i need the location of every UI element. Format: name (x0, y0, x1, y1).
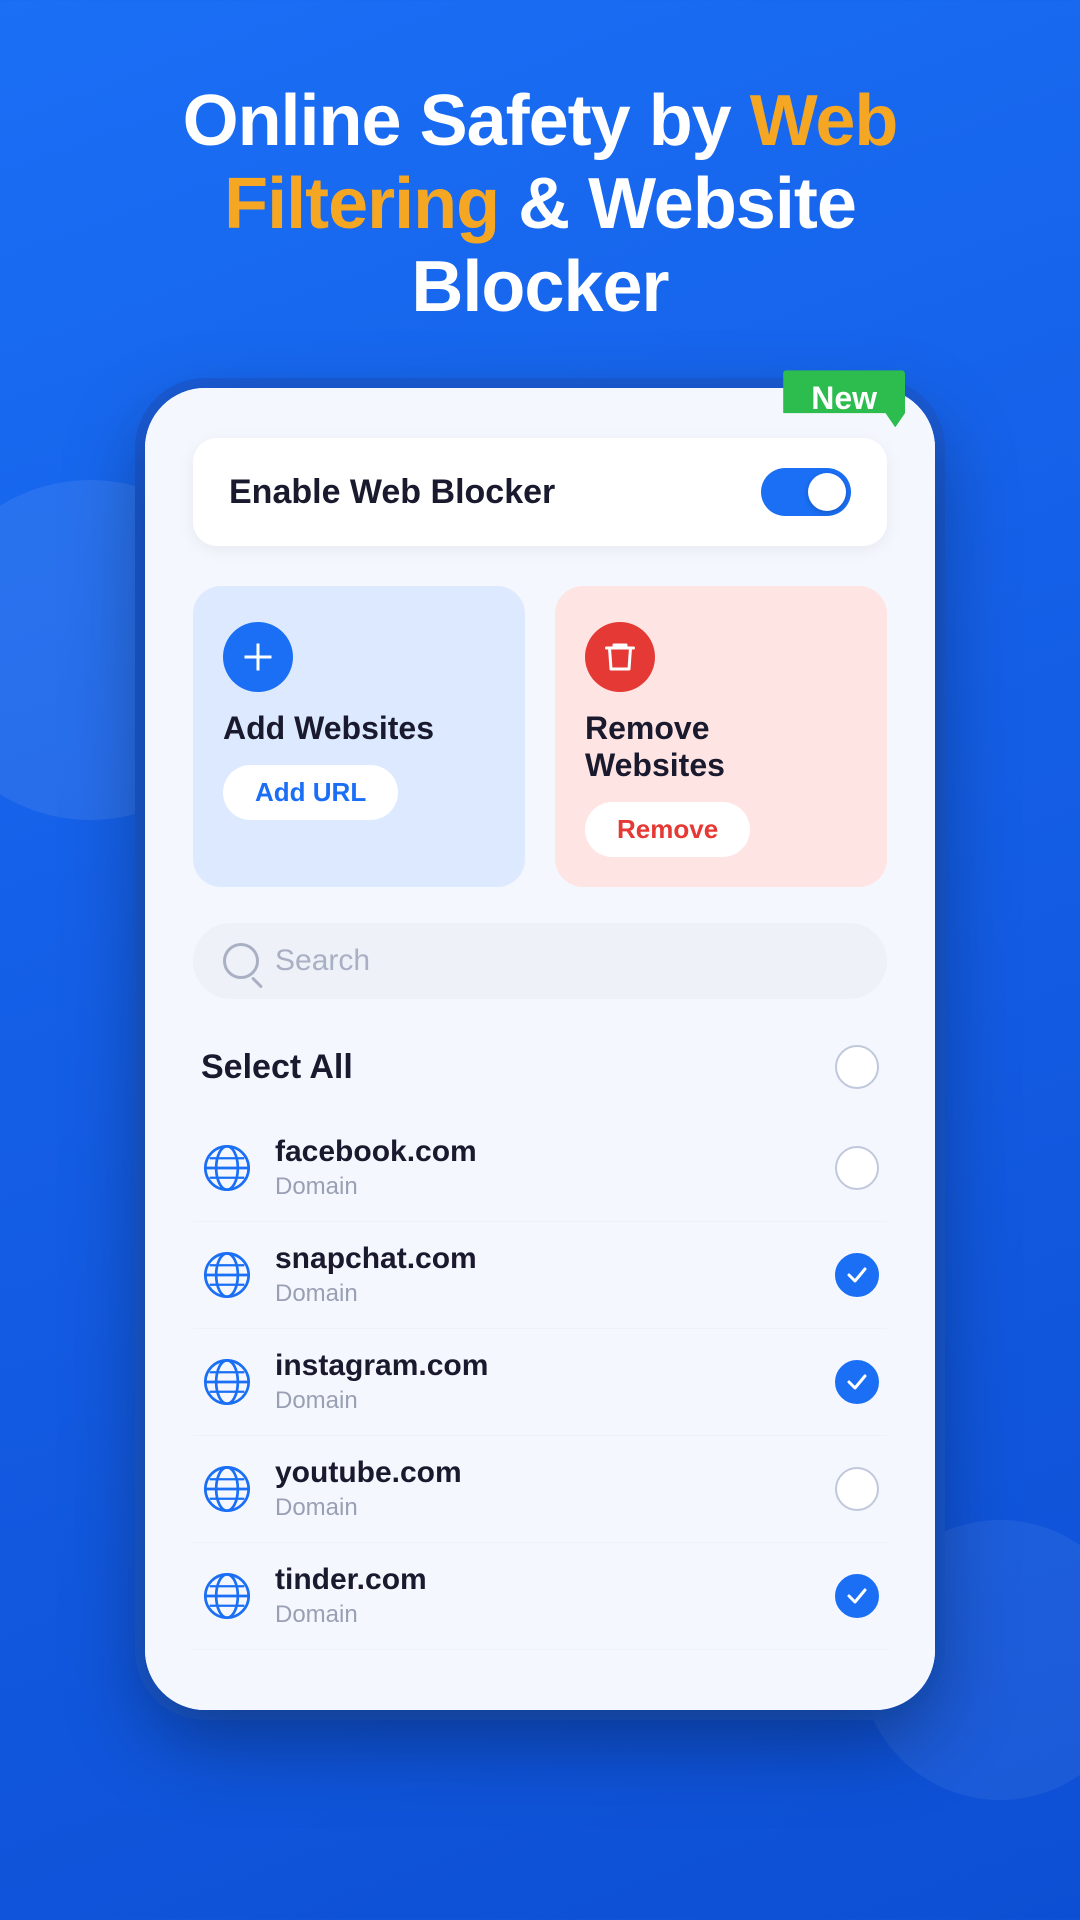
enable-web-blocker-row: Enable Web Blocker (193, 438, 887, 546)
headline-line1-highlight: Web (750, 81, 898, 161)
site-info: youtube.com Domain (275, 1456, 835, 1522)
search-placeholder: Search (275, 944, 370, 978)
site-type: Domain (275, 1173, 835, 1201)
search-icon (223, 943, 259, 979)
headline-line3: Blocker (411, 247, 668, 327)
toggle-thumb (808, 473, 846, 511)
site-checkbox[interactable] (835, 1574, 879, 1618)
site-name: tinder.com (275, 1563, 835, 1597)
phone-wrapper: New Enable Web Blocker (145, 388, 935, 1710)
site-checkbox[interactable] (835, 1360, 879, 1404)
website-list: facebook.com Domain snapchat.com Domain … (193, 1115, 887, 1650)
globe-icon (201, 1249, 253, 1301)
site-info: instagram.com Domain (275, 1349, 835, 1415)
site-name: snapchat.com (275, 1242, 835, 1276)
remove-websites-icon-bg: path{fill:none;stroke:white;stroke-width… (585, 622, 655, 692)
list-item: facebook.com Domain (193, 1115, 887, 1222)
select-all-label: Select All (201, 1048, 353, 1087)
add-websites-title: Add Websites (223, 710, 495, 747)
headline: Online Safety by Web Filtering & Website… (183, 80, 898, 328)
site-name: youtube.com (275, 1456, 835, 1490)
phone-device: Enable Web Blocker Add Websites A (145, 388, 935, 1710)
headline-line2-highlight: Filtering (224, 164, 499, 244)
site-name: facebook.com (275, 1135, 835, 1169)
site-type: Domain (275, 1494, 835, 1522)
site-name: instagram.com (275, 1349, 835, 1383)
search-bar[interactable]: Search (193, 923, 887, 999)
select-all-checkbox[interactable] (835, 1045, 879, 1089)
list-item: tinder.com Domain (193, 1543, 887, 1650)
site-info: facebook.com Domain (275, 1135, 835, 1201)
add-websites-card: Add Websites Add URL (193, 586, 525, 887)
site-type: Domain (275, 1387, 835, 1415)
action-cards: Add Websites Add URL path{fill:none;stro… (193, 586, 887, 887)
header: Online Safety by Web Filtering & Website… (103, 80, 978, 328)
add-url-button[interactable]: Add URL (223, 765, 398, 820)
list-item: instagram.com Domain (193, 1329, 887, 1436)
headline-line1-white: Online Safety by (183, 81, 731, 161)
site-info: tinder.com Domain (275, 1563, 835, 1629)
site-type: Domain (275, 1280, 835, 1308)
add-websites-icon-bg (223, 622, 293, 692)
site-checkbox[interactable] (835, 1253, 879, 1297)
trash-icon: path{fill:none;stroke:white;stroke-width… (602, 639, 638, 675)
select-all-row: Select All (193, 1029, 887, 1105)
site-checkbox[interactable] (835, 1146, 879, 1190)
remove-button[interactable]: Remove (585, 802, 750, 857)
site-checkbox[interactable] (835, 1467, 879, 1511)
globe-icon (201, 1142, 253, 1194)
globe-icon (201, 1463, 253, 1515)
site-info: snapchat.com Domain (275, 1242, 835, 1308)
enable-web-blocker-label: Enable Web Blocker (229, 473, 555, 512)
remove-websites-title: Remove Websites (585, 710, 857, 784)
remove-websites-card: path{fill:none;stroke:white;stroke-width… (555, 586, 887, 887)
globe-icon (201, 1570, 253, 1622)
list-item: youtube.com Domain (193, 1436, 887, 1543)
globe-icon (201, 1356, 253, 1408)
list-item: snapchat.com Domain (193, 1222, 887, 1329)
site-type: Domain (275, 1601, 835, 1629)
phone-screen: Enable Web Blocker Add Websites A (145, 388, 935, 1710)
headline-line2-white: & Website (518, 164, 856, 244)
plus-icon (240, 639, 276, 675)
web-blocker-toggle[interactable] (761, 468, 851, 516)
